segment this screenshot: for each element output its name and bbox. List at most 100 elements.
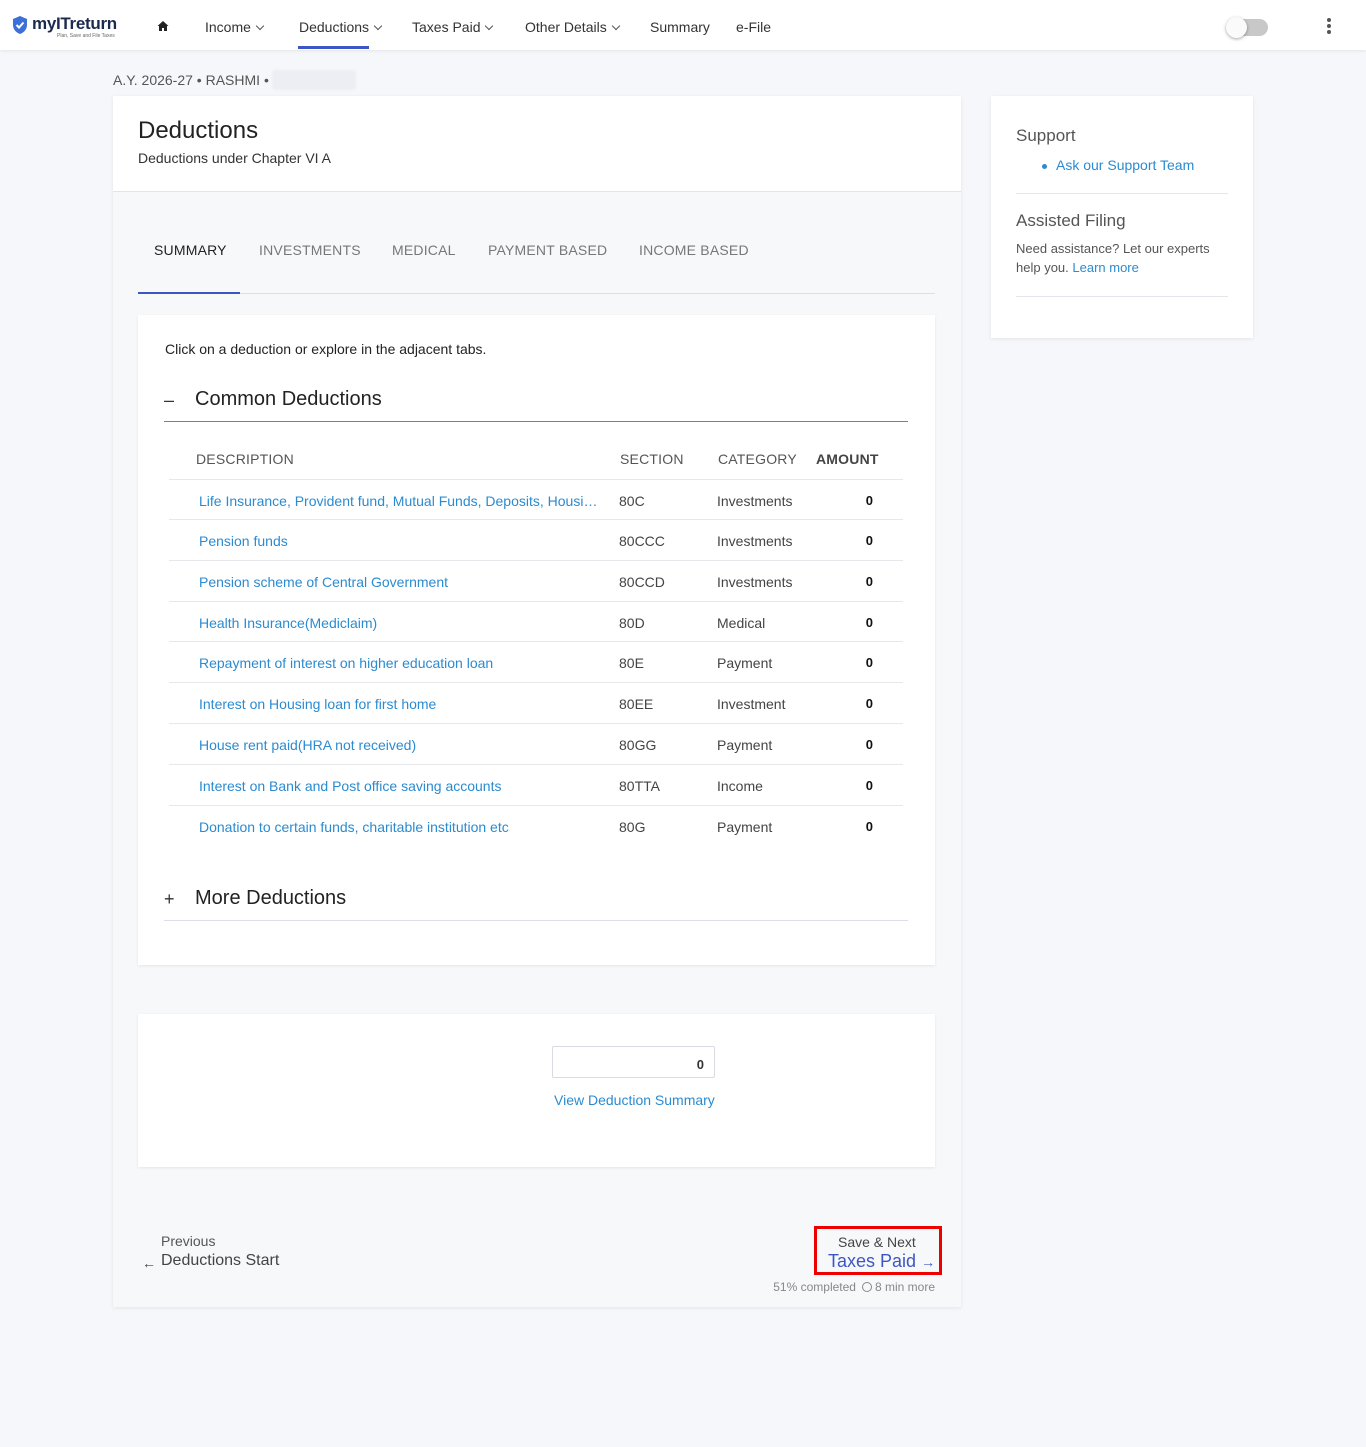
assisted-filing-text: Need assistance? Let our experts help yo… bbox=[1016, 239, 1231, 277]
more-deductions-title: More Deductions bbox=[195, 887, 347, 909]
support-team-link[interactable]: Ask our Support Team bbox=[1056, 157, 1194, 173]
chevron-down-icon bbox=[485, 21, 494, 31]
toggle-knob bbox=[1226, 17, 1247, 38]
deduction-section: 80D bbox=[619, 615, 645, 631]
tab-investments[interactable]: INVESTMENTS bbox=[259, 242, 361, 258]
save-next-label: Save & Next bbox=[838, 1234, 916, 1250]
section-underline bbox=[164, 421, 908, 422]
deductions-hint: Click on a deduction or explore in the a… bbox=[165, 341, 487, 357]
deduction-link[interactable]: Interest on Housing loan for first home bbox=[199, 696, 599, 712]
divider bbox=[1016, 193, 1228, 194]
table-row[interactable]: Interest on Bank and Post office saving … bbox=[169, 765, 903, 806]
page-title: Deductions bbox=[138, 117, 259, 144]
tab-income-based[interactable]: INCOME BASED bbox=[639, 242, 749, 258]
tab-payment-based[interactable]: PAYMENT BASED bbox=[488, 242, 607, 258]
tabs-divider bbox=[138, 293, 935, 294]
home-icon[interactable] bbox=[156, 19, 170, 33]
help-sidebar: Support Ask our Support Team Assisted Fi… bbox=[991, 96, 1253, 338]
table-row[interactable]: Health Insurance(Mediclaim) 80D Medical … bbox=[169, 602, 903, 642]
collapse-icon: – bbox=[164, 390, 175, 410]
deduction-link[interactable]: Repayment of interest on higher educatio… bbox=[199, 655, 599, 671]
nav-efile[interactable]: e-File bbox=[736, 19, 771, 35]
learn-more-link[interactable]: Learn more bbox=[1072, 260, 1138, 275]
nav-summary-label: Summary bbox=[650, 19, 710, 35]
brand-logo[interactable]: myITreturn Plan, Save and File Taxes bbox=[11, 13, 123, 41]
table-row[interactable]: Donation to certain funds, charitable in… bbox=[169, 806, 903, 847]
deduction-link[interactable]: House rent paid(HRA not received) bbox=[199, 737, 599, 753]
table-row[interactable]: Life Insurance, Provident fund, Mutual F… bbox=[169, 479, 903, 520]
deduction-link[interactable]: Donation to certain funds, charitable in… bbox=[199, 819, 599, 835]
table-row[interactable]: Interest on Housing loan for first home … bbox=[169, 683, 903, 724]
section-underline bbox=[164, 920, 908, 921]
deduction-summary-card: 0 View Deduction Summary bbox=[138, 1014, 935, 1167]
more-deductions-header[interactable]: + More Deductions bbox=[164, 881, 908, 921]
table-row[interactable]: House rent paid(HRA not received) 80GG P… bbox=[169, 724, 903, 765]
nav-other-details[interactable]: Other Details bbox=[525, 19, 620, 35]
chevron-down-icon bbox=[611, 21, 620, 31]
deduction-category: Payment bbox=[717, 655, 773, 671]
common-deductions-title: Common Deductions bbox=[195, 388, 382, 410]
total-deductions-field: 0 bbox=[552, 1046, 715, 1078]
theme-toggle[interactable] bbox=[1226, 17, 1268, 38]
deduction-section: 80CCC bbox=[619, 533, 665, 549]
next-step-name: Taxes Paid bbox=[828, 1251, 917, 1271]
clock-icon bbox=[861, 1282, 872, 1292]
arrow-left-icon[interactable]: ← bbox=[142, 1255, 156, 1271]
deduction-category: Payment bbox=[717, 737, 773, 753]
deduction-amount: 0 bbox=[865, 778, 873, 793]
deduction-amount: 0 bbox=[865, 655, 873, 670]
chevron-down-icon bbox=[255, 21, 265, 31]
deduction-category: Payment bbox=[717, 819, 773, 835]
deduction-category: Investment bbox=[717, 696, 786, 712]
deduction-section: 80C bbox=[619, 493, 645, 509]
deduction-category: Investments bbox=[717, 574, 793, 590]
next-step-title: Taxes Paid → bbox=[828, 1251, 935, 1272]
table-row[interactable]: Pension scheme of Central Government 80C… bbox=[169, 561, 903, 602]
deduction-section: 80E bbox=[619, 655, 644, 671]
tab-medical[interactable]: MEDICAL bbox=[392, 242, 456, 258]
col-description: DESCRIPTION bbox=[196, 451, 294, 467]
col-category: CATEGORY bbox=[718, 451, 797, 467]
previous-label: Previous bbox=[161, 1233, 216, 1249]
tab-summary[interactable]: SUMMARY bbox=[154, 242, 227, 258]
deduction-link[interactable]: Pension funds bbox=[199, 533, 599, 549]
brand-tagline: Plan, Save and File Taxes bbox=[57, 33, 115, 39]
shield-check-icon bbox=[13, 16, 27, 34]
common-deductions-header[interactable]: – Common Deductions bbox=[164, 382, 908, 422]
nav-income-label: Income bbox=[205, 19, 251, 35]
time-remaining: 8 min more bbox=[874, 1280, 935, 1294]
deduction-link[interactable]: Pension scheme of Central Government bbox=[199, 574, 599, 590]
assessment-year-breadcrumb: A.Y. 2026-27 • RASHMI • bbox=[113, 72, 269, 88]
save-next-button[interactable]: Save & Next Taxes Paid → bbox=[814, 1226, 942, 1275]
deduction-amount: 0 bbox=[865, 737, 873, 752]
col-amount: AMOUNT bbox=[816, 451, 879, 467]
deduction-link[interactable]: Life Insurance, Provident fund, Mutual F… bbox=[199, 493, 599, 509]
brand-name: myITreturn bbox=[32, 14, 117, 33]
nav-taxes-paid[interactable]: Taxes Paid bbox=[412, 19, 494, 35]
table-row[interactable]: Repayment of interest on higher educatio… bbox=[169, 642, 903, 683]
nav-other-details-label: Other Details bbox=[525, 19, 607, 35]
deduction-link[interactable]: Interest on Bank and Post office saving … bbox=[199, 778, 599, 794]
deduction-category: Income bbox=[717, 778, 763, 794]
deductions-card: Deductions Deductions under Chapter VI A… bbox=[113, 96, 961, 1307]
deduction-category: Investments bbox=[717, 493, 793, 509]
progress-text: 51% completed bbox=[773, 1280, 856, 1294]
support-title: Support bbox=[1016, 126, 1076, 145]
deduction-amount: 0 bbox=[865, 615, 873, 630]
tab-active-indicator bbox=[138, 292, 240, 294]
nav-summary[interactable]: Summary bbox=[650, 19, 710, 35]
total-deductions-value: 0 bbox=[696, 1057, 704, 1072]
nav-deductions[interactable]: Deductions bbox=[299, 19, 383, 35]
bullet-icon bbox=[1042, 164, 1047, 169]
deduction-amount: 0 bbox=[865, 819, 873, 834]
deduction-link[interactable]: Health Insurance(Mediclaim) bbox=[199, 615, 599, 631]
table-row[interactable]: Pension funds 80CCC Investments 0 bbox=[169, 520, 903, 561]
deduction-section: 80CCD bbox=[619, 574, 665, 590]
previous-step-button[interactable]: Deductions Start bbox=[161, 1252, 279, 1270]
top-nav: myITreturn Plan, Save and File Taxes Inc… bbox=[0, 0, 1366, 50]
deduction-section: 80GG bbox=[619, 737, 657, 753]
deduction-category: Investments bbox=[717, 533, 793, 549]
nav-income[interactable]: Income bbox=[205, 19, 265, 35]
more-options-icon[interactable] bbox=[1322, 18, 1336, 38]
view-deduction-summary-link[interactable]: View Deduction Summary bbox=[554, 1092, 715, 1108]
